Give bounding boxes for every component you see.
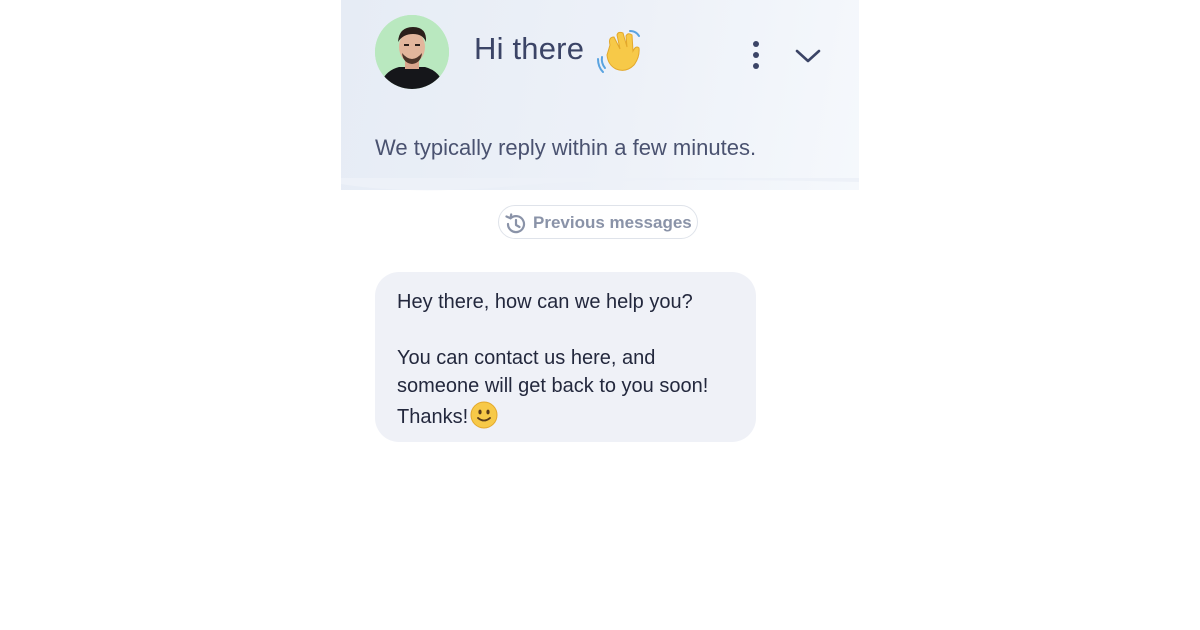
- history-icon: [503, 212, 527, 236]
- header-wave-divider: [341, 178, 859, 191]
- waving-hand-icon: [596, 27, 644, 75]
- message-line: You can contact us here, and: [397, 347, 656, 369]
- smiling-face-icon: [469, 400, 499, 430]
- chat-header: Hi there We typically reply within a few…: [341, 0, 859, 190]
- chevron-down-icon[interactable]: [793, 44, 823, 68]
- message-line: someone will get back to you soon!: [397, 375, 709, 397]
- agent-avatar: [375, 15, 449, 89]
- previous-messages-label: Previous messages: [533, 213, 692, 232]
- message-line-last: Thanks!: [397, 400, 734, 431]
- kebab-menu-icon[interactable]: [745, 39, 767, 73]
- header-title: Hi there: [474, 31, 585, 66]
- previous-messages-button[interactable]: Previous messages: [498, 205, 698, 239]
- message-bubble: Hey there, how can we help you? You can …: [375, 272, 756, 442]
- header-subtitle: We typically reply within a few minutes.: [375, 135, 757, 160]
- chat-widget: Hi there We typically reply within a few…: [341, 0, 859, 630]
- message-thanks: Thanks!: [397, 406, 469, 428]
- message-line: Hey there, how can we help you?: [397, 291, 693, 313]
